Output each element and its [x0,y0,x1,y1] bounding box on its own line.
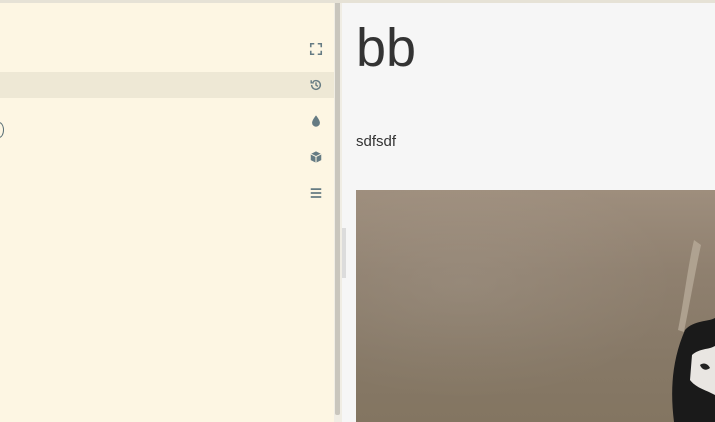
history-icon[interactable] [305,74,327,96]
fullscreen-icon[interactable] [305,38,327,60]
clipped-paren-glyph [0,122,4,138]
page-title: bb [356,18,417,78]
embedded-image [356,190,715,422]
drop-icon[interactable] [305,110,327,132]
cat-photo-detail [672,240,715,422]
sidebar-selected-row[interactable] [0,72,334,98]
package-icon[interactable] [305,146,327,168]
body-paragraph: sdfsdf [356,133,397,150]
sidebar-scrollbar[interactable] [335,3,340,415]
menu-icon[interactable] [305,182,327,204]
sidebar-panel [0,3,334,422]
note-content: bb sdfsdf [346,3,715,422]
